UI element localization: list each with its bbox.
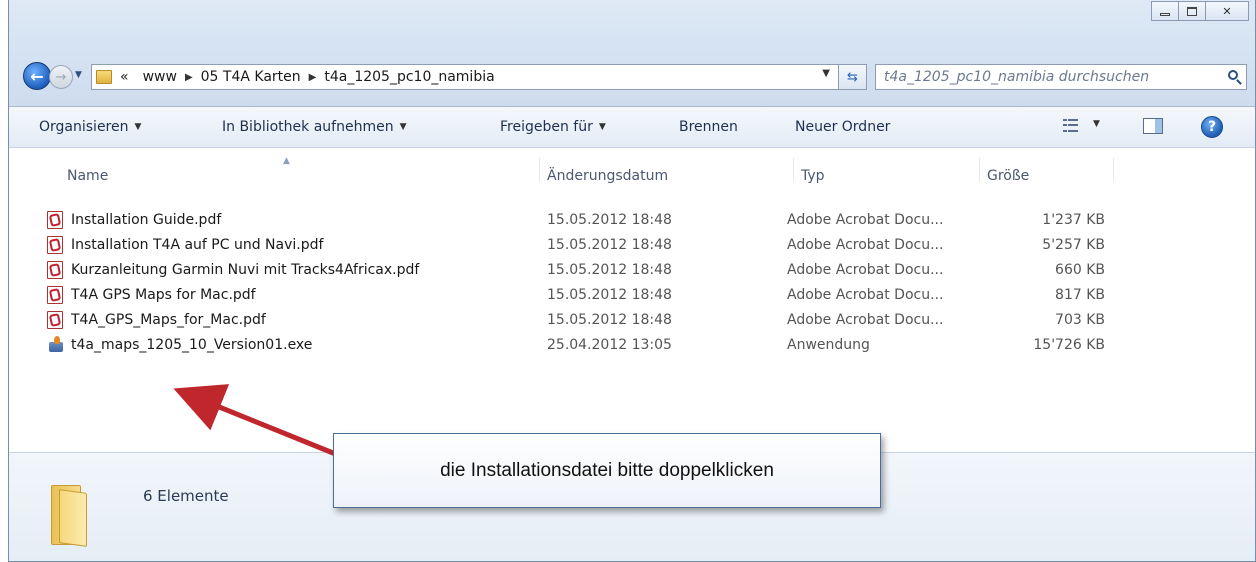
column-date[interactable]: Änderungsdatum — [547, 168, 668, 184]
file-size: 703 KB — [1055, 312, 1105, 328]
caption-buttons: ✕ — [1151, 1, 1249, 21]
arrow-left-icon: ← — [30, 66, 44, 86]
breadcrumb-overflow[interactable]: « — [120, 69, 129, 85]
pdf-icon — [47, 261, 63, 279]
annotation-callout: die Installationsdatei bitte doppelklick… — [333, 433, 881, 508]
refresh-button[interactable]: ⇆ — [839, 64, 867, 90]
file-name: Kurzanleitung Garmin Nuvi mit Tracks4Afr… — [71, 262, 420, 278]
chevron-down-icon: ▼ — [598, 122, 606, 132]
file-type: Adobe Acrobat Docu... — [787, 287, 944, 303]
close-icon: ✕ — [1222, 4, 1232, 18]
pdf-icon — [47, 211, 63, 229]
search-input[interactable]: t4a_1205_pc10_namibia durchsuchen — [875, 64, 1247, 90]
file-name: T4A_GPS_Maps_for_Mac.pdf — [71, 312, 266, 328]
file-row[interactable]: Installation Guide.pdf 15.05.2012 18:48 … — [9, 206, 1255, 232]
refresh-icon: ⇆ — [847, 69, 858, 85]
column-name[interactable]: Name — [67, 168, 108, 184]
breadcrumb-separator-icon[interactable]: ▶ — [309, 72, 317, 83]
maximize-button[interactable] — [1178, 1, 1206, 21]
breadcrumb-current-folder[interactable]: t4a_1205_pc10_namibia — [324, 69, 494, 85]
pdf-icon — [47, 236, 63, 254]
file-row[interactable]: T4A_GPS_Maps_for_Mac.pdf 15.05.2012 18:4… — [9, 306, 1255, 332]
back-button[interactable]: ← — [23, 62, 51, 90]
share-label: Freigeben für — [500, 119, 593, 135]
search-icon[interactable] — [1228, 70, 1238, 80]
pdf-icon — [47, 286, 63, 304]
file-date: 15.05.2012 18:48 — [547, 237, 672, 253]
installer-icon — [47, 336, 65, 354]
file-size: 1'237 KB — [1042, 212, 1105, 228]
burn-label: Brennen — [679, 119, 738, 135]
navigation-bar: ← → ▼ « www ▶ 05 T4A Karten ▶ t4a_1205_p… — [9, 56, 1255, 90]
forward-button[interactable]: → — [49, 65, 73, 89]
chevron-down-icon: ▼ — [1093, 119, 1100, 129]
column-divider[interactable] — [979, 158, 980, 182]
callout-text: die Installationsdatei bitte doppelklick… — [440, 459, 774, 481]
item-count: 6 Elemente — [143, 487, 229, 505]
file-size: 817 KB — [1055, 287, 1105, 303]
address-bar[interactable]: « www ▶ 05 T4A Karten ▶ t4a_1205_pc10_na… — [91, 64, 839, 90]
new-folder-button[interactable]: Neuer Ordner — [795, 119, 890, 135]
file-row[interactable]: T4A GPS Maps for Mac.pdf 15.05.2012 18:4… — [9, 281, 1255, 307]
file-type: Adobe Acrobat Docu... — [787, 237, 944, 253]
breadcrumb-www[interactable]: www — [143, 69, 177, 85]
column-type[interactable]: Typ — [801, 168, 825, 184]
file-date: 15.05.2012 18:48 — [547, 287, 672, 303]
folder-icon — [51, 485, 95, 547]
file-date: 15.05.2012 18:48 — [547, 262, 672, 278]
view-options-icon[interactable] — [1063, 119, 1079, 133]
file-type: Adobe Acrobat Docu... — [787, 262, 944, 278]
command-bar: Organisieren ▼ In Bibliothek aufnehmen ▼ F… — [9, 107, 1255, 148]
arrow-right-icon: → — [55, 69, 67, 85]
breadcrumb-separator-icon[interactable]: ▶ — [185, 72, 193, 83]
file-name: Installation T4A auf PC und Navi.pdf — [71, 237, 324, 253]
organize-label: Organisieren — [39, 119, 129, 135]
column-header: ▲ Name Änderungsdatum Typ Größe — [9, 148, 1255, 184]
share-button[interactable]: Freigeben für ▼ — [500, 119, 606, 135]
file-type: Adobe Acrobat Docu... — [787, 212, 944, 228]
file-type: Anwendung — [787, 337, 870, 353]
file-name: t4a_maps_1205_10_Version01.exe — [71, 337, 313, 353]
file-row[interactable]: Kurzanleitung Garmin Nuvi mit Tracks4Afr… — [9, 256, 1255, 282]
view-options-dropdown[interactable]: ▼ — [1087, 119, 1100, 129]
file-size: 15'726 KB — [1033, 337, 1105, 353]
chevron-down-icon: ▼ — [399, 122, 407, 132]
file-type: Adobe Acrobat Docu... — [787, 312, 944, 328]
file-date: 15.05.2012 18:48 — [547, 312, 672, 328]
close-button[interactable]: ✕ — [1205, 1, 1249, 21]
folder-icon — [96, 70, 112, 84]
column-divider[interactable] — [793, 158, 794, 182]
maximize-icon — [1187, 6, 1197, 16]
address-history-dropdown[interactable]: ▼ — [822, 68, 830, 79]
burn-button[interactable]: Brennen — [679, 119, 738, 135]
file-row[interactable]: Installation T4A auf PC und Navi.pdf 15.… — [9, 231, 1255, 257]
minimize-button[interactable] — [1151, 1, 1179, 21]
recent-pages-button[interactable]: ▼ — [75, 70, 85, 80]
chevron-down-icon: ▼ — [75, 70, 82, 80]
column-size[interactable]: Größe — [987, 168, 1029, 184]
file-name: T4A GPS Maps for Mac.pdf — [71, 287, 256, 303]
file-size: 5'257 KB — [1042, 237, 1105, 253]
file-date: 15.05.2012 18:48 — [547, 212, 672, 228]
library-label: In Bibliothek aufnehmen — [222, 119, 394, 135]
help-icon[interactable]: ? — [1201, 116, 1223, 138]
library-button[interactable]: In Bibliothek aufnehmen ▼ — [222, 119, 407, 135]
file-row-installer[interactable]: t4a_maps_1205_10_Version01.exe 25.04.201… — [9, 331, 1255, 357]
new-folder-label: Neuer Ordner — [795, 119, 891, 135]
pdf-icon — [47, 311, 63, 329]
file-size: 660 KB — [1055, 262, 1105, 278]
minimize-icon — [1160, 13, 1170, 16]
title-bar: ✕ — [9, 0, 1255, 107]
sort-ascending-icon: ▲ — [283, 156, 290, 166]
organize-button[interactable]: Organisieren ▼ — [39, 119, 141, 135]
preview-pane-icon[interactable] — [1143, 118, 1163, 134]
breadcrumb-t4a-karten[interactable]: 05 T4A Karten — [201, 69, 301, 85]
search-placeholder: t4a_1205_pc10_namibia durchsuchen — [884, 69, 1150, 85]
file-date: 25.04.2012 13:05 — [547, 337, 672, 353]
column-divider[interactable] — [1113, 158, 1114, 182]
file-name: Installation Guide.pdf — [71, 212, 222, 228]
column-divider[interactable] — [539, 158, 540, 182]
chevron-down-icon: ▼ — [134, 122, 142, 132]
